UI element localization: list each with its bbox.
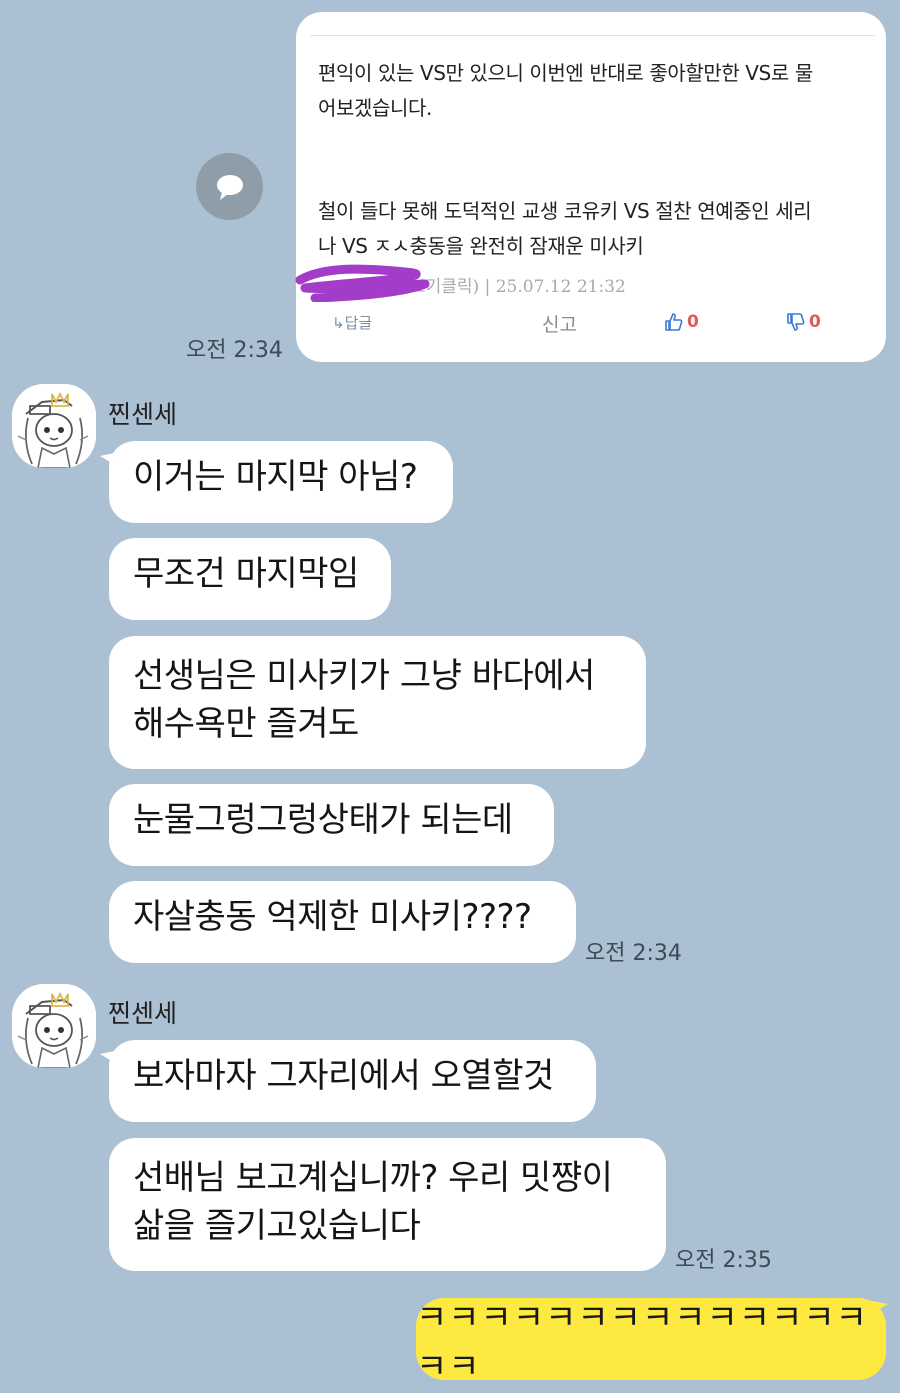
share-button[interactable]: [196, 153, 263, 220]
report-button[interactable]: 신고: [542, 310, 577, 337]
post-text-1: 편익이 있는 VS만 있으니 이번엔 반대로 좋아할만한 VS로 물 어보겠습니…: [318, 56, 868, 126]
message-text: 자살충동 억제한 미사키????: [133, 897, 532, 937]
message-bubble[interactable]: 눈물그렁그렁상태가 되는데: [109, 784, 554, 866]
avatar-illustration: [12, 384, 96, 468]
message-text: 해수욕만 즐겨도: [133, 704, 359, 744]
message-bubble[interactable]: 무조건 마지막임: [109, 538, 391, 620]
message-bubble[interactable]: 선생님은 미사키가 그냥 바다에서 해수욕만 즐겨도: [109, 636, 646, 769]
post-actions: ↳답글 신고 0 0: [330, 308, 860, 338]
avatar[interactable]: [12, 984, 96, 1068]
thumbs-up-icon: [665, 313, 683, 331]
message-text: 무조건 마지막임: [133, 554, 359, 594]
message-bubble[interactable]: 보자마자 그자리에서 오열할것: [109, 1040, 596, 1122]
like-count: 0: [687, 312, 699, 332]
message-text: ㅋㅋㅋㅋㅋㅋㅋㅋㅋㅋㅋㅋㅋㅋㅋㅋ: [416, 1298, 868, 1387]
redaction-scribble: [295, 264, 430, 302]
dislike-count: 0: [809, 312, 821, 332]
post-line: 어보겠습니다.: [318, 96, 432, 120]
thumbs-down-icon: [787, 313, 805, 331]
reply-label: ↳답글: [332, 314, 373, 332]
card-divider: [310, 35, 875, 36]
bubble-tail: [868, 1300, 888, 1316]
like-button[interactable]: 0: [664, 312, 699, 332]
sender-name: 찐센세: [108, 999, 178, 1028]
avatar-illustration: [12, 984, 96, 1068]
post-line: 철이 들다 못해 도덕적인 교생 코유키 VS 절찬 연예중인 세리: [318, 199, 812, 223]
message-bubble[interactable]: 선배님 보고계십니까? 우리 밋쨩이 삶을 즐기고있습니다: [109, 1138, 666, 1271]
post-meta: 보기클릭) | 25.07.12 21:32: [410, 277, 626, 297]
reply-button[interactable]: ↳답글: [332, 312, 372, 333]
post-line: 나 VS ㅈㅅ충동을 완전히 잠재운 미사키: [318, 234, 644, 258]
message-text: 눈물그렁그렁상태가 되는데: [133, 800, 513, 840]
report-label: 신고: [542, 314, 577, 336]
speech-bubble-icon: [216, 174, 243, 200]
message-time: 오전 2:34: [585, 941, 682, 966]
avatar[interactable]: [12, 384, 96, 468]
message-time: 오전 2:35: [675, 1248, 772, 1273]
message-text: 삶을 즐기고있습니다: [133, 1206, 421, 1246]
dislike-button[interactable]: 0: [786, 312, 821, 332]
message-text: 선배님 보고계십니까? 우리 밋쨩이: [133, 1158, 613, 1198]
message-text: 이거는 마지막 아님?: [133, 457, 418, 497]
message-bubble[interactable]: 이거는 마지막 아님?: [109, 441, 453, 523]
post-line: 편익이 있는 VS만 있으니 이번엔 반대로 좋아할만한 VS로 물: [318, 61, 813, 85]
post-text-2: 철이 들다 못해 도덕적인 교생 코유키 VS 절찬 연예중인 세리 나 VS …: [318, 194, 868, 264]
post-time: 오전 2:34: [186, 338, 283, 363]
message-text: 선생님은 미사키가 그냥 바다에서: [133, 656, 595, 696]
message-text: 보자마자 그자리에서 오열할것: [133, 1056, 554, 1096]
sender-name: 찐센세: [108, 400, 178, 429]
my-message-bubble[interactable]: ㅋㅋㅋㅋㅋㅋㅋㅋㅋㅋㅋㅋㅋㅋㅋㅋ: [416, 1298, 886, 1387]
message-bubble[interactable]: 자살충동 억제한 미사키????: [109, 881, 576, 963]
